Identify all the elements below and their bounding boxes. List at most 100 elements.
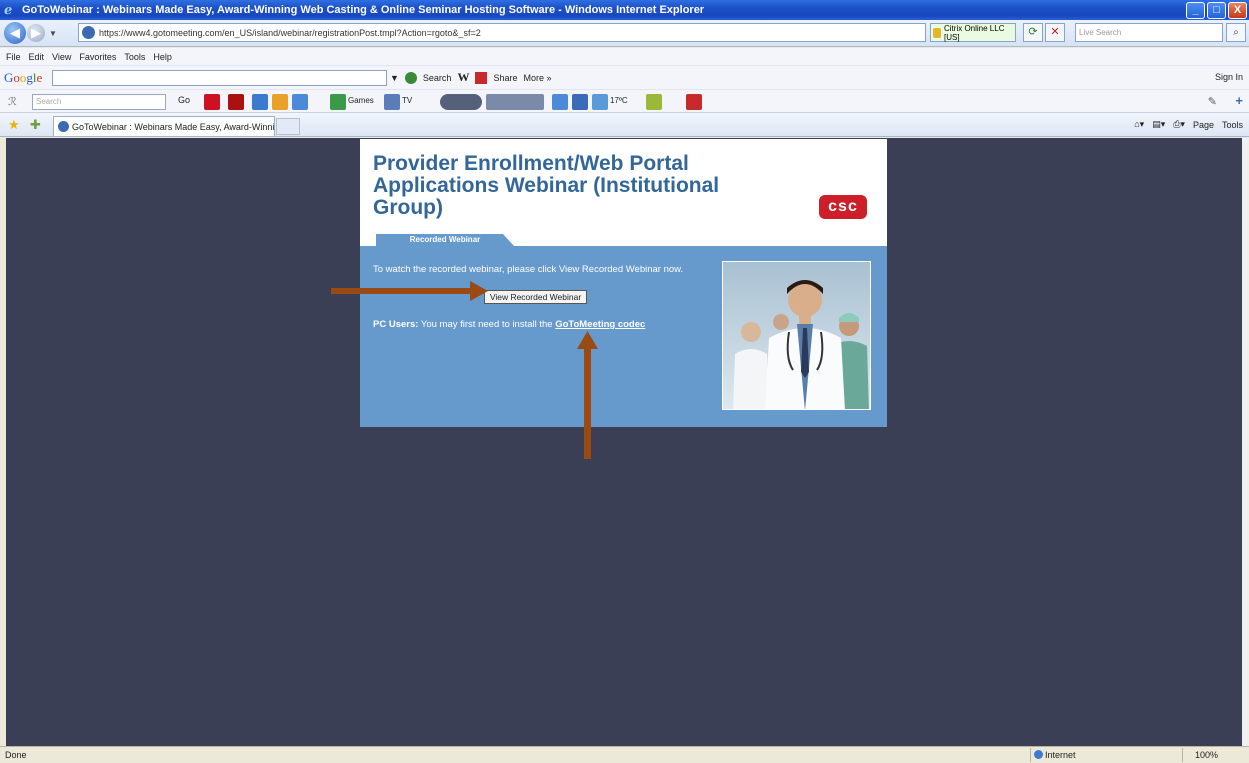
zoom-label: 100% bbox=[1195, 750, 1219, 760]
zone-label: Internet bbox=[1045, 750, 1076, 760]
google-logo: Google bbox=[4, 69, 43, 85]
pc-users-label: PC Users: bbox=[373, 319, 419, 330]
tab-favicon-icon bbox=[58, 121, 69, 132]
feeds-icon[interactable]: ▤▾ bbox=[1152, 119, 1165, 130]
google-more-button[interactable]: More » bbox=[523, 73, 551, 83]
status-text: Done bbox=[5, 750, 27, 760]
doctors-photo bbox=[722, 261, 871, 410]
pc-users-note: PC Users: You may first need to install … bbox=[373, 319, 645, 330]
toolbar-search-input[interactable]: Search bbox=[32, 94, 166, 110]
forward-button[interactable]: ▶ bbox=[27, 24, 45, 42]
google-search-button[interactable]: Search bbox=[423, 73, 452, 83]
tab-gotowebinar[interactable]: GoToWebinar : Webinars Made Easy, Award-… bbox=[53, 116, 275, 136]
games-icon[interactable] bbox=[330, 94, 346, 110]
search-icon[interactable]: ⌕ bbox=[1226, 23, 1246, 42]
address-row: ◀ ▶ ▼ https://www4.gotomeeting.com/en_US… bbox=[0, 20, 1249, 47]
chat-icon[interactable] bbox=[272, 94, 288, 110]
google-share-button[interactable]: Share bbox=[493, 73, 517, 83]
menu-file[interactable]: File bbox=[6, 52, 21, 62]
annotation-arrowhead-up bbox=[577, 331, 598, 349]
tv-label[interactable]: TV bbox=[402, 96, 412, 105]
print-icon[interactable]: ⎙▾ bbox=[1173, 119, 1185, 130]
google-search-icon bbox=[404, 71, 417, 84]
bookmark-icon[interactable] bbox=[646, 94, 662, 110]
stop-button[interactable]: ✕ bbox=[1045, 23, 1065, 42]
watch-instruction: To watch the recorded webinar, please cl… bbox=[373, 264, 684, 275]
toolbar-logo-icon: ℛ bbox=[8, 96, 17, 108]
live-search-input[interactable]: Live Search bbox=[1075, 23, 1223, 42]
card-header: Provider Enrollment/Web Portal Applicati… bbox=[360, 139, 887, 246]
mail-icon[interactable] bbox=[292, 94, 308, 110]
page-menu[interactable]: Page bbox=[1193, 120, 1214, 130]
pdf-icon[interactable] bbox=[686, 94, 702, 110]
close-button[interactable]: X bbox=[1228, 1, 1247, 19]
recorded-webinar-tab[interactable]: Recorded Webinar bbox=[376, 234, 514, 246]
address-url: https://www4.gotomeeting.com/en_US/islan… bbox=[99, 27, 481, 38]
add-favorites-icon[interactable]: ✚ bbox=[30, 117, 41, 133]
radio-icon[interactable] bbox=[486, 94, 544, 110]
address-bar[interactable]: https://www4.gotomeeting.com/en_US/islan… bbox=[78, 23, 926, 42]
csc-logo: csc bbox=[819, 195, 867, 219]
annotation-arrow-vertical bbox=[584, 346, 591, 459]
add-toolbar-icon[interactable]: + bbox=[1235, 93, 1243, 108]
window-title: GoToWebinar : Webinars Made Easy, Award-… bbox=[22, 4, 705, 16]
google-toolbar: Google ▼ Search W Share More » Sign In bbox=[0, 65, 1249, 89]
status-bar: Done Internet 100% bbox=[0, 746, 1249, 763]
favorites-star-icon[interactable]: ★ bbox=[8, 117, 20, 133]
toolbar-options-icon[interactable]: ✎ bbox=[1208, 95, 1217, 108]
tv-icon[interactable] bbox=[384, 94, 400, 110]
annotation-arrow-horizontal bbox=[331, 288, 479, 294]
recent-pages-dropdown-icon[interactable]: ▼ bbox=[49, 29, 57, 38]
games-label[interactable]: Games bbox=[348, 96, 374, 105]
menu-tools[interactable]: Tools bbox=[124, 52, 145, 62]
temperature-label[interactable]: 17ºC bbox=[610, 96, 628, 105]
weather-icon[interactable] bbox=[252, 94, 268, 110]
video-icon[interactable] bbox=[572, 94, 588, 110]
share-icon bbox=[475, 71, 488, 84]
title-bar[interactable]: ℯ GoToWebinar : Webinars Made Easy, Awar… bbox=[0, 0, 1249, 20]
temperature-icon[interactable] bbox=[592, 94, 608, 110]
menu-bar: File Edit View Favorites Tools Help bbox=[0, 48, 1249, 65]
globe-icon bbox=[1034, 750, 1043, 759]
browser-window: ℯ GoToWebinar : Webinars Made Easy, Awar… bbox=[0, 0, 1249, 763]
lock-icon bbox=[933, 27, 941, 38]
view-recorded-webinar-button[interactable]: View Recorded Webinar bbox=[484, 290, 587, 304]
news-icon[interactable] bbox=[204, 94, 220, 110]
zoom-level[interactable]: 100% bbox=[1182, 748, 1246, 762]
gotomeeting-codec-link[interactable]: GoToMeeting codec bbox=[555, 319, 645, 330]
google-sign-in[interactable]: Sign In bbox=[1215, 72, 1243, 82]
minimize-button[interactable]: _ bbox=[1186, 1, 1205, 19]
back-button[interactable]: ◀ bbox=[4, 22, 26, 44]
google-dropdown-icon[interactable]: ▼ bbox=[390, 73, 399, 83]
ie-logo-icon: ℯ bbox=[4, 2, 13, 17]
toolbar-go-button[interactable]: Go bbox=[178, 95, 190, 105]
google-search-input[interactable] bbox=[52, 70, 387, 86]
refresh-button[interactable]: ⟳ bbox=[1023, 23, 1043, 42]
security-zone[interactable]: Internet bbox=[1030, 748, 1130, 762]
top-100-icon[interactable] bbox=[228, 94, 244, 110]
vertical-scrollbar[interactable] bbox=[1242, 138, 1249, 746]
menu-edit[interactable]: Edit bbox=[29, 52, 45, 62]
site-favicon-icon bbox=[82, 26, 95, 39]
page-title: Provider Enrollment/Web Portal Applicati… bbox=[373, 152, 720, 219]
command-bar: ⌂▾ ▤▾ ⎙▾ Page Tools bbox=[1134, 119, 1243, 130]
tab-label: GoToWebinar : Webinars Made Easy, Award-… bbox=[72, 121, 275, 132]
menu-view[interactable]: View bbox=[52, 52, 71, 62]
tools-menu[interactable]: Tools bbox=[1222, 120, 1243, 130]
new-tab-button[interactable] bbox=[276, 118, 300, 135]
webinar-card: Provider Enrollment/Web Portal Applicati… bbox=[360, 139, 887, 427]
security-label: Citrix Online LLC [US] bbox=[944, 23, 1005, 42]
tab-row: ★ ✚ GoToWebinar : Webinars Made Easy, Aw… bbox=[0, 113, 1249, 137]
menu-help[interactable]: Help bbox=[153, 52, 172, 62]
photos-icon[interactable] bbox=[552, 94, 568, 110]
menu-favorites[interactable]: Favorites bbox=[79, 52, 116, 62]
home-icon[interactable]: ⌂▾ bbox=[1134, 119, 1144, 130]
media-player-icon[interactable] bbox=[440, 94, 482, 110]
security-report[interactable]: Citrix Online LLC [US] bbox=[930, 23, 1016, 42]
pc-users-text: You may first need to install the bbox=[420, 319, 553, 330]
maximize-button[interactable]: □ bbox=[1207, 1, 1226, 19]
wikipedia-icon[interactable]: W bbox=[457, 70, 469, 85]
secondary-toolbar: ℛ Search Go Games TV 17ºC ✎ + bbox=[0, 89, 1249, 113]
annotation-arrowhead-right bbox=[470, 281, 488, 301]
page-content: Provider Enrollment/Web Portal Applicati… bbox=[6, 138, 1242, 746]
